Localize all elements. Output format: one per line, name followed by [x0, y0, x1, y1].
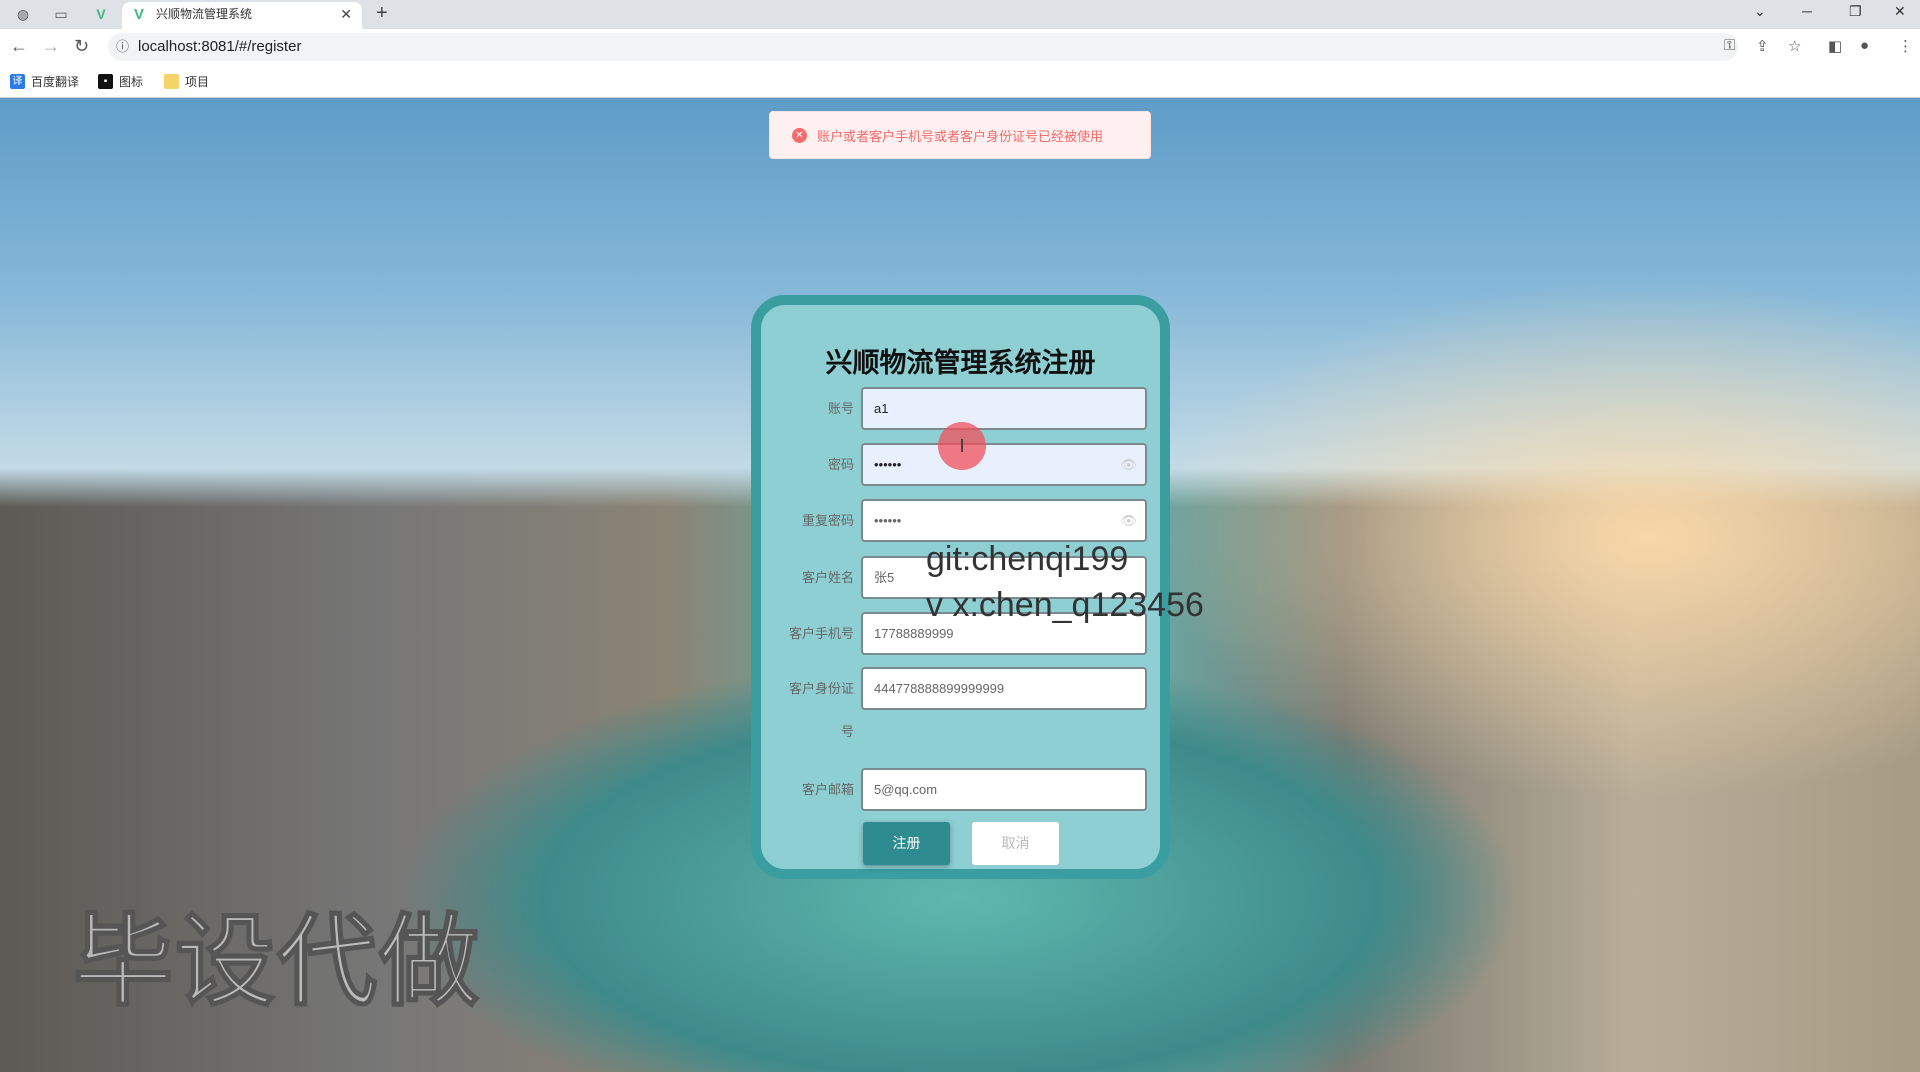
password-input[interactable]: •••••• 👁 — [861, 443, 1147, 486]
folder-icon — [164, 74, 179, 89]
minimize-icon[interactable]: ─ — [1802, 3, 1812, 19]
eye-icon[interactable]: 👁 — [1120, 501, 1137, 540]
account-input[interactable]: a1 — [861, 387, 1147, 430]
new-tab-button[interactable]: + — [376, 2, 388, 25]
tab-title: 兴顺物流管理系统 — [156, 7, 253, 21]
password-label: 密码 — [827, 457, 854, 472]
url-input[interactable]: ⓘ localhost:8081/#/register — [108, 33, 1738, 61]
tab-bar: ◍ ▭ V V 兴顺物流管理系统 ✕ + ⌄ ─ ❐ ✕ — [0, 0, 1920, 29]
eye-icon[interactable]: 👁 — [1120, 445, 1137, 484]
bookmark-baidu-translate[interactable]: 译百度翻译 — [10, 73, 79, 90]
close-window-icon[interactable]: ✕ — [1894, 3, 1906, 20]
error-icon: ✕ — [792, 127, 807, 143]
register-button[interactable]: 注册 — [863, 822, 950, 865]
error-text: 账户或者客户手机号或者客户身份证号已经被使用 — [817, 128, 1104, 144]
menu-icon[interactable]: ⋮ — [1898, 37, 1913, 55]
vue-icon: V — [134, 6, 145, 23]
name-label: 客户姓名 — [801, 570, 854, 585]
star-icon[interactable]: ☆ — [1788, 37, 1801, 55]
account-value: a1 — [874, 401, 889, 416]
repeat-password-value: •••••• — [874, 513, 902, 528]
account-label: 账号 — [827, 401, 854, 416]
tab-icon[interactable]: ▭ — [52, 5, 70, 23]
restore-icon[interactable]: ❐ — [1849, 3, 1862, 20]
sidepanel-icon[interactable]: ◧ — [1828, 37, 1842, 55]
profile-icon[interactable]: ● — [1860, 37, 1869, 54]
mouse-cursor-highlight: I — [938, 422, 986, 470]
watermark-big: 毕设代做 — [72, 905, 481, 1019]
bookmark-project[interactable]: 项目 — [164, 73, 209, 90]
close-tab-icon[interactable]: ✕ — [340, 2, 352, 27]
email-value: 5@qq.com — [874, 782, 938, 797]
phone-value: 17788889999 — [874, 626, 954, 641]
tab-search-icon[interactable]: ⌄ — [1754, 3, 1766, 20]
email-label: 客户邮箱 — [801, 782, 854, 797]
info-icon[interactable]: ⓘ — [116, 33, 129, 61]
bookmark-icons[interactable]: ▪ 图标 — [98, 73, 143, 90]
id-card-input[interactable]: 444778888899999999 — [861, 667, 1147, 710]
bookmark-label: 项目 — [185, 75, 210, 89]
share-icon[interactable]: ⇪ — [1756, 37, 1769, 55]
flag-icon: ▪ — [98, 74, 113, 89]
watermark-git: git:chenqi199 — [926, 540, 1129, 578]
cancel-button[interactable]: 取消 — [972, 822, 1059, 865]
id-card-label: 客户身份证号 — [788, 681, 854, 739]
watermark-wx: v x:chen_q123456 — [926, 586, 1204, 624]
password-value: •••••• — [874, 457, 902, 472]
address-bar: ← → ↻ ⓘ localhost:8081/#/register ⚿ ⇪ ☆ ◧… — [0, 29, 1920, 65]
key-icon[interactable]: ⚿ — [1724, 37, 1735, 54]
error-message: ✕ 账户或者客户手机号或者客户身份证号已经被使用 — [769, 111, 1151, 159]
phone-label: 客户手机号 — [788, 626, 854, 641]
reload-icon[interactable]: ↻ — [74, 36, 89, 57]
id-card-value: 444778888899999999 — [874, 681, 1005, 696]
vue-icon[interactable]: V — [92, 5, 110, 23]
bookmarks-bar: 译百度翻译 ▪ 图标 项目 — [0, 65, 1920, 98]
form-title: 兴顺物流管理系统注册 — [825, 348, 1096, 378]
active-tab[interactable]: V 兴顺物流管理系统 ✕ — [122, 2, 362, 29]
translate-icon: 译 — [10, 74, 25, 89]
back-icon[interactable]: ← — [10, 36, 28, 57]
email-input[interactable]: 5@qq.com — [861, 768, 1147, 811]
bookmark-label: 图标 — [119, 75, 144, 89]
globe-icon[interactable]: ◍ — [14, 5, 32, 23]
repeat-password-input[interactable]: •••••• 👁 — [861, 499, 1147, 542]
forward-icon[interactable]: → — [42, 36, 60, 57]
repeat-password-label: 重复密码 — [801, 513, 854, 528]
url-text: localhost:8081/#/register — [138, 38, 302, 55]
bookmark-label: 百度翻译 — [31, 75, 80, 89]
name-value: 张5 — [874, 570, 895, 585]
